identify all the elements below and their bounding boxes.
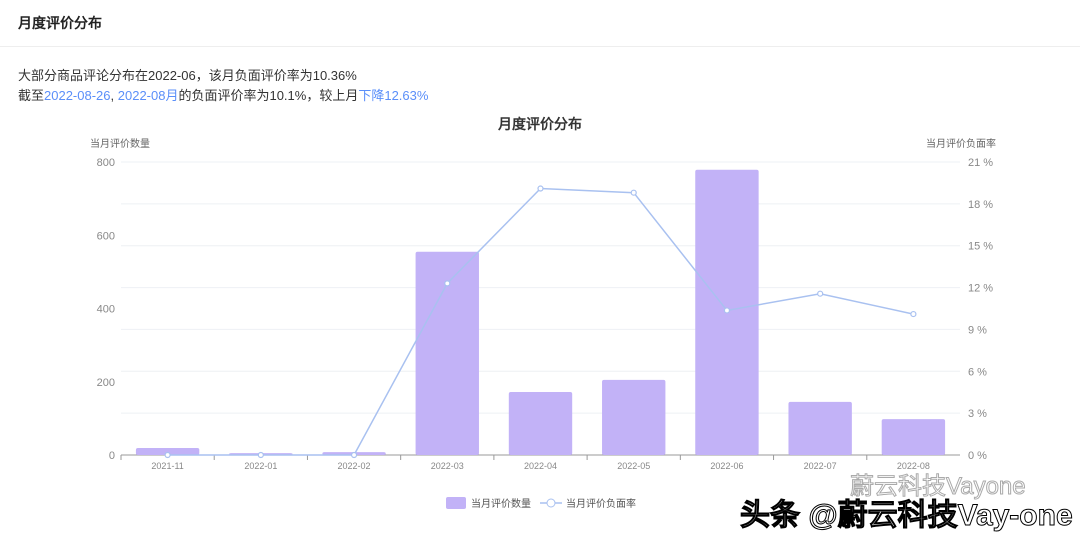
bar <box>508 392 573 455</box>
x-tick-label: 2022-05 <box>617 461 650 471</box>
right-axis-label: 当月评价负面率 <box>926 137 996 150</box>
right-tick-label: 3 % <box>968 408 987 420</box>
legend-bar-swatch <box>446 497 466 509</box>
rate-point <box>817 290 824 297</box>
rate-point <box>630 189 637 196</box>
legend-line-label: 当月评价负面率 <box>566 497 636 510</box>
right-tick-label: 9 % <box>968 324 987 336</box>
x-tick-label: 2022-03 <box>431 461 464 471</box>
x-tick-label: 2022-04 <box>524 461 557 471</box>
legend-line-marker <box>546 498 556 508</box>
chart-title: 月度评价分布 <box>497 116 582 132</box>
right-tick-label: 21 % <box>968 157 993 169</box>
right-tick-label: 18 % <box>968 199 993 211</box>
rate-point <box>350 451 358 459</box>
right-tick-label: 0 % <box>968 450 987 462</box>
left-axis-label: 当月评价数量 <box>90 137 150 150</box>
x-tick-label: 2022-07 <box>804 461 837 471</box>
left-tick-label: 200 <box>97 377 115 389</box>
rate-point <box>257 451 264 459</box>
bar <box>602 379 666 455</box>
x-tick-label: 2022-06 <box>710 461 743 471</box>
x-tick-label: 2021-11 <box>151 461 183 471</box>
left-tick-label: 0 <box>109 450 115 462</box>
right-tick-label: 6 % <box>968 366 987 378</box>
x-tick-label: 2022-02 <box>338 461 371 471</box>
left-tick-label: 600 <box>97 230 115 242</box>
watermark-toutiao: 头条 @蔚云科技Vay-one <box>740 499 1074 533</box>
bar <box>881 419 946 455</box>
rate-point <box>537 185 544 192</box>
left-tick-label: 400 <box>97 304 115 316</box>
x-tick-label: 2022-01 <box>244 461 277 471</box>
chart: 月度评价分布当月评价数量 当月评价负面率0 %3 %6 %9 %12 %15 %1… <box>90 116 996 510</box>
right-tick-label: 15 % <box>968 241 993 253</box>
right-tick-label: 12 % <box>968 283 993 295</box>
rate-point <box>723 307 731 314</box>
rate-point <box>910 310 917 318</box>
left-tick-label: 800 <box>97 157 115 169</box>
rate-point <box>444 280 451 287</box>
legend-bar-label: 当月评价数量 <box>471 497 531 510</box>
bar <box>788 401 852 455</box>
rate-point <box>164 451 171 459</box>
